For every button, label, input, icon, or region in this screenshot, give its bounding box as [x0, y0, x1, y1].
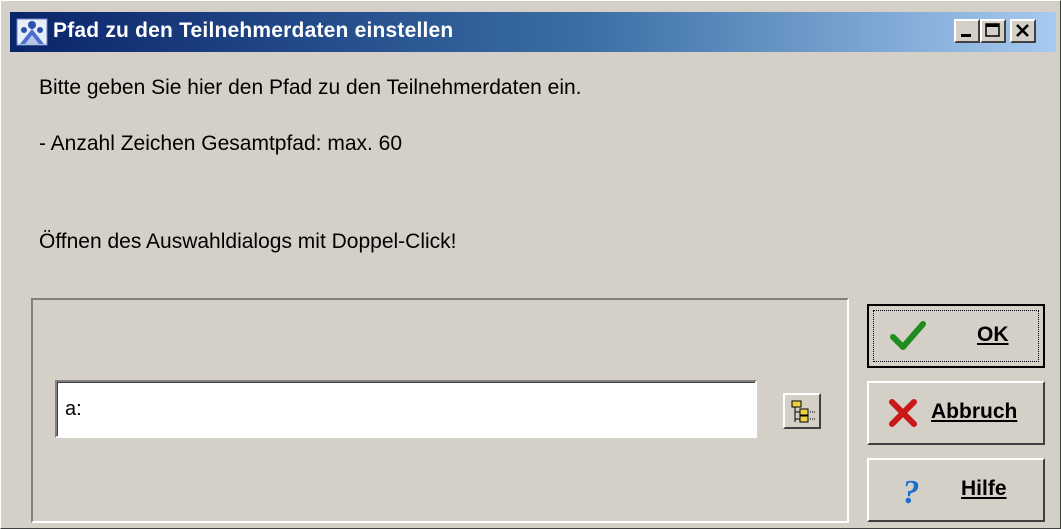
close-icon: [1016, 24, 1029, 37]
question-mark-icon: ?: [897, 472, 925, 513]
max-length-hint: - Anzahl Zeichen Gesamtpfad: max. 60: [39, 132, 403, 155]
window-title: Pfad zu den Teilnehmerdaten einstellen: [53, 19, 454, 42]
help-button[interactable]: ? Hilfe: [867, 458, 1045, 522]
doubleclick-hint: Öffnen des Auswahldialogs mit Doppel-Cli…: [39, 230, 457, 253]
minimize-button[interactable]: [954, 19, 980, 43]
help-label: Hilfe: [961, 477, 1007, 500]
minimize-icon: [961, 34, 971, 37]
ok-label: OK: [977, 323, 1009, 346]
dialog-window: Pfad zu den Teilnehmerdaten einstellen B…: [0, 0, 1061, 529]
cancel-button[interactable]: Abbruch: [867, 381, 1045, 445]
title-bar[interactable]: Pfad zu den Teilnehmerdaten einstellen: [10, 12, 1056, 52]
instruction-text: Bitte geben Sie hier den Pfad zu den Tei…: [39, 76, 582, 99]
cancel-label: Abbruch: [931, 400, 1018, 423]
checkmark-icon: [889, 320, 927, 357]
red-x-icon: [887, 397, 919, 434]
browse-button[interactable]: [783, 393, 821, 429]
maximize-icon: [985, 23, 1000, 37]
folder-tree-icon: [791, 400, 815, 423]
maximize-button[interactable]: [980, 19, 1006, 43]
path-input[interactable]: [55, 380, 757, 438]
svg-text:?: ?: [903, 474, 920, 508]
ok-button[interactable]: OK: [867, 304, 1045, 368]
app-icon[interactable]: [16, 18, 48, 46]
close-button[interactable]: [1010, 19, 1036, 43]
